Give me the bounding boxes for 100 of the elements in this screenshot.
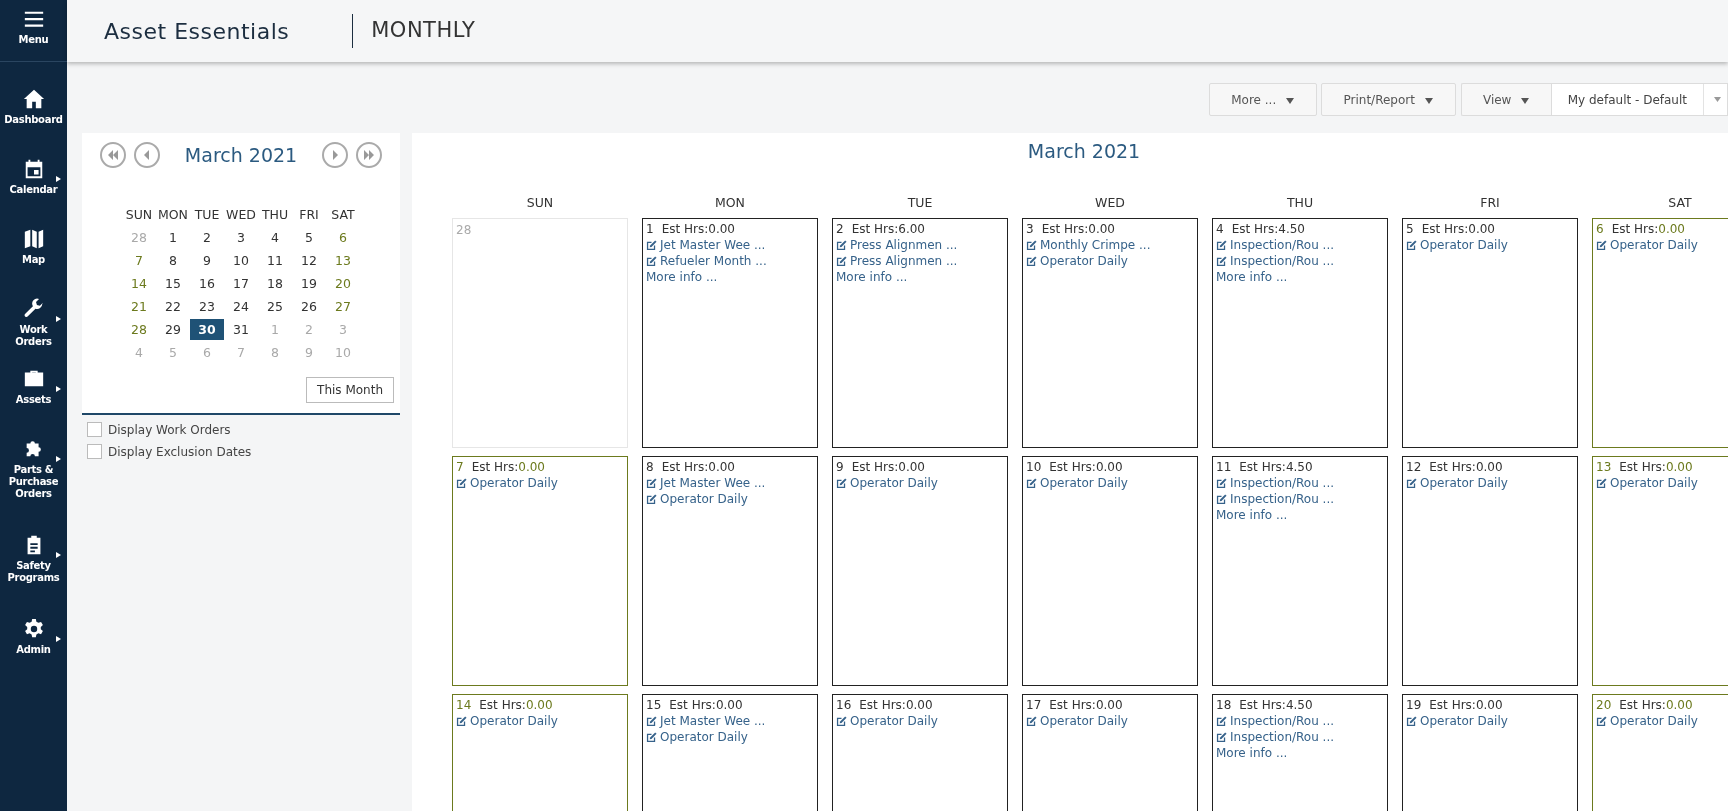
date-cell[interactable]: 6 <box>326 226 360 248</box>
edit-icon <box>646 477 657 489</box>
date-cell[interactable]: 3 <box>224 226 258 248</box>
work-item-link[interactable]: Inspection/Rou ... <box>1216 491 1384 508</box>
date-cell[interactable]: 26 <box>292 295 326 317</box>
next-month-button[interactable] <box>322 142 348 169</box>
date-cell[interactable]: 13 <box>326 249 360 271</box>
this-month-button[interactable]: This Month <box>306 376 394 403</box>
date-cell[interactable]: 19 <box>292 272 326 294</box>
work-item-link[interactable]: Operator Daily <box>836 713 1004 730</box>
work-item-link[interactable]: Operator Daily <box>646 491 814 508</box>
date-cell[interactable]: 8 <box>156 249 190 271</box>
edit-icon <box>1026 477 1037 489</box>
work-item-link[interactable]: Jet Master Wee ... <box>646 475 814 492</box>
date-cell[interactable]: 23 <box>190 295 224 317</box>
work-item-link[interactable]: Operator Daily <box>646 729 814 746</box>
weekday-header: MON <box>714 193 746 212</box>
work-item-link[interactable]: Inspection/Rou ... <box>1216 729 1384 746</box>
date-cell[interactable]: 28 <box>122 318 156 340</box>
sidebar-item[interactable]: Safety Programs <box>0 520 67 604</box>
more-info-link[interactable]: More info ... <box>836 269 1004 286</box>
work-item-link[interactable]: Jet Master Wee ... <box>646 713 814 730</box>
date-cell[interactable]: 2 <box>190 226 224 248</box>
work-item-link[interactable]: Press Alignmen ... <box>836 237 1004 254</box>
work-item-link[interactable]: Operator Daily <box>456 475 624 492</box>
date-cell[interactable]: 1 <box>156 226 190 248</box>
sidebar-item[interactable]: Admin <box>0 604 67 674</box>
date-cell[interactable]: 31 <box>224 318 258 340</box>
checkbox-option[interactable]: Display Work Orders <box>82 418 400 441</box>
work-item-link[interactable]: Operator Daily <box>1406 713 1574 730</box>
date-cell[interactable]: 16 <box>190 272 224 294</box>
edit-icon <box>646 731 657 743</box>
date-cell[interactable]: 21 <box>122 295 156 317</box>
sidebar-item[interactable]: Calendar <box>0 144 67 214</box>
date-cell[interactable]: 9 <box>190 249 224 271</box>
sidebar-item[interactable]: Dashboard <box>0 74 67 144</box>
day-number: 17 <box>1026 697 1042 714</box>
work-item-link[interactable]: Refueler Month ... <box>646 253 814 270</box>
more-info-link[interactable]: More info ... <box>646 269 814 286</box>
date-cell[interactable]: 5 <box>292 226 326 248</box>
layout-select[interactable]: My default - Default <box>1550 83 1728 116</box>
work-item-link[interactable]: Operator Daily <box>1596 713 1728 730</box>
weekday-label: SAT <box>330 205 356 224</box>
date-cell[interactable]: 7 <box>122 249 156 271</box>
app-title: Asset Essentials <box>104 17 290 46</box>
date-cell[interactable]: 29 <box>156 318 190 340</box>
work-item-link[interactable]: Inspection/Rou ... <box>1216 237 1384 254</box>
date-cell[interactable]: 20 <box>326 272 360 294</box>
date-cell[interactable]: 4 <box>258 226 292 248</box>
work-item-link[interactable]: Inspection/Rou ... <box>1216 475 1384 492</box>
work-item-link[interactable]: Operator Daily <box>1596 237 1728 254</box>
work-item-link[interactable]: Operator Daily <box>1596 475 1728 492</box>
work-item-link[interactable]: Operator Daily <box>836 475 1004 492</box>
date-cell[interactable]: 14 <box>122 272 156 294</box>
work-item-link[interactable]: Monthly Crimpe ... <box>1026 237 1194 254</box>
work-item-link[interactable]: Operator Daily <box>1026 713 1194 730</box>
more-info-link[interactable]: More info ... <box>1216 507 1384 524</box>
work-item-link[interactable]: Inspection/Rou ... <box>1216 253 1384 270</box>
date-cell[interactable]: 27 <box>326 295 360 317</box>
checkbox-option[interactable]: Display Exclusion Dates <box>82 440 400 463</box>
date-cell[interactable]: 18 <box>258 272 292 294</box>
work-item-link[interactable]: Jet Master Wee ... <box>646 237 814 254</box>
work-item-link[interactable]: Operator Daily <box>1406 475 1574 492</box>
sidebar-item[interactable]: Parts & Purchase Orders <box>0 424 67 520</box>
date-cell[interactable]: 15 <box>156 272 190 294</box>
next-year-button[interactable] <box>356 142 382 169</box>
work-item-link[interactable]: Operator Daily <box>456 713 624 730</box>
work-item-link[interactable]: Operator Daily <box>1026 253 1194 270</box>
weekday-header: THU <box>1285 193 1315 212</box>
more-info-link[interactable]: More info ... <box>1216 269 1384 286</box>
dropdown-button[interactable]: View <box>1460 83 1551 116</box>
edit-icon <box>1596 239 1607 251</box>
date-cell[interactable]: 25 <box>258 295 292 317</box>
more-info-link[interactable]: More info ... <box>1216 745 1384 762</box>
previous-month-button[interactable] <box>134 142 160 169</box>
date-cell[interactable]: 12 <box>292 249 326 271</box>
sidebar-item[interactable]: Map <box>0 214 67 284</box>
date-cell[interactable]: 11 <box>258 249 292 271</box>
work-item-link[interactable]: Operator Daily <box>1026 475 1194 492</box>
dropdown-button[interactable]: Print/Report <box>1320 83 1456 116</box>
wrench-icon <box>22 298 45 320</box>
sidebar-item[interactable]: Assets <box>0 354 67 424</box>
day-number: 9 <box>836 459 844 476</box>
previous-year-button[interactable] <box>100 142 126 169</box>
dropdown-button[interactable]: More ... <box>1208 83 1317 116</box>
date-cell[interactable]: 22 <box>156 295 190 317</box>
date-cell[interactable]: 17 <box>224 272 258 294</box>
estimated-hours: Est Hrs:4.50 <box>1231 221 1305 238</box>
weekday-label: SUN <box>124 205 154 224</box>
sidebar-item[interactable]: Work Orders <box>0 284 67 354</box>
date-cell[interactable]: 24 <box>224 295 258 317</box>
work-item-link[interactable]: Operator Daily <box>1406 237 1574 254</box>
estimated-hours: Est Hrs:0.00 <box>661 221 735 238</box>
date-cell[interactable]: 30 <box>190 318 224 340</box>
edit-icon <box>1026 255 1037 267</box>
work-item-link[interactable]: Inspection/Rou ... <box>1216 713 1384 730</box>
work-item-link[interactable]: Press Alignmen ... <box>836 253 1004 270</box>
estimated-hours: Est Hrs:0.00 <box>1429 697 1503 714</box>
caret-icon <box>1424 98 1433 104</box>
date-cell[interactable]: 10 <box>224 249 258 271</box>
